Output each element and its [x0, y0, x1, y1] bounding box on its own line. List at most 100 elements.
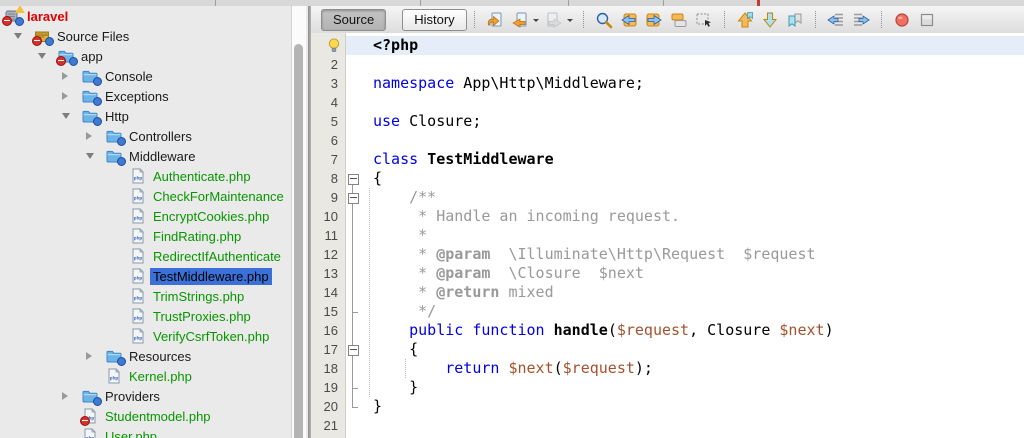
next-bookmark-icon — [761, 11, 779, 29]
code-line-6[interactable] — [366, 131, 1024, 150]
tree-item-providers[interactable]: Providers — [0, 386, 291, 406]
code-line-14[interactable]: * @return mixed — [366, 283, 1024, 302]
line-number: 14 — [323, 285, 338, 300]
jump-last-edit-icon — [486, 11, 504, 29]
source-view-button[interactable]: Source — [321, 8, 387, 31]
expand-arrow[interactable] — [58, 92, 82, 100]
back-button[interactable] — [508, 9, 533, 31]
code-line-10[interactable]: * Handle an incoming request. — [366, 207, 1024, 226]
svg-text:php: php — [134, 196, 143, 201]
dropdown-caret-icon[interactable] — [532, 18, 539, 25]
projects-panel: laravel Source Files app Console Exceptions H… — [0, 6, 308, 438]
code-line-11[interactable]: * — [366, 226, 1024, 245]
fold-end-tick — [352, 407, 358, 408]
info-badge — [117, 157, 126, 166]
code-line-16[interactable]: public function handle($request, Closure… — [366, 321, 1024, 340]
next-bookmark-button[interactable] — [758, 9, 783, 31]
tree-item-encryptcookies-php[interactable]: php EncryptCookies.php — [0, 206, 291, 226]
tree-item-trustproxies-php[interactable]: php TrustProxies.php — [0, 306, 291, 326]
stop-macro-button[interactable] — [915, 9, 940, 31]
tree-item-testmiddleware-php[interactable]: php TestMiddleware.php — [0, 266, 291, 286]
collapse-arrow[interactable] — [34, 53, 58, 59]
collapse-arrow[interactable] — [10, 33, 34, 39]
history-view-button[interactable]: History — [402, 8, 467, 31]
code-fold-toggle[interactable] — [348, 174, 359, 185]
tree-item-trimstrings-php[interactable]: php TrimStrings.php — [0, 286, 291, 306]
code-line-4[interactable] — [366, 93, 1024, 112]
tree-item-label: Kernel.php — [129, 368, 192, 384]
code-line-7[interactable]: class TestMiddleware — [366, 150, 1024, 169]
projects-scrollbar-thumb[interactable] — [294, 44, 303, 438]
tree-item-app[interactable]: app — [0, 46, 291, 66]
toggle-bookmark-button[interactable] — [783, 9, 808, 31]
rectangular-selection-button[interactable] — [692, 9, 717, 31]
tree-item-middleware[interactable]: Middleware — [0, 146, 291, 166]
record-macro-button[interactable] — [890, 9, 915, 31]
tree-item-laravel[interactable]: laravel — [0, 6, 291, 26]
record-macro-icon — [893, 11, 911, 29]
code-line-8[interactable]: { — [366, 169, 1024, 188]
code-line-3[interactable]: namespace App\Http\Middleware; — [366, 74, 1024, 93]
find-button[interactable] — [592, 9, 617, 31]
code-line-17[interactable]: { — [366, 340, 1024, 359]
hint-lightbulb-icon[interactable] — [311, 36, 345, 55]
code-line-21[interactable] — [366, 416, 1024, 435]
expand-arrow[interactable] — [58, 72, 82, 80]
find-previous-button[interactable] — [617, 9, 642, 31]
tree-item-kernel-php[interactable]: php Kernel.php — [0, 366, 291, 386]
code-line-19[interactable]: } — [366, 378, 1024, 397]
tree-item-resources[interactable]: Resources — [0, 346, 291, 366]
code-line-18[interactable]: return $next($request); — [366, 359, 1024, 378]
php-file-icon: php — [130, 208, 148, 224]
collapse-arrow[interactable] — [58, 113, 82, 119]
collapse-arrow[interactable] — [82, 153, 106, 159]
code-line-15[interactable]: */ — [366, 302, 1024, 321]
tree-item-user-php[interactable]: php User.php — [0, 426, 291, 438]
tree-item-studentmodel-php[interactable]: php Studentmodel.php — [0, 406, 291, 426]
previous-bookmark-button[interactable] — [733, 9, 758, 31]
tree-item-console[interactable]: Console — [0, 66, 291, 86]
code-editor[interactable]: 2 3 4 5 6 7 8 9 10 11 12 13 14 15 16 17 18 19 20 21 <?php na… — [311, 33, 1024, 438]
tree-item-controllers[interactable]: Controllers — [0, 126, 291, 146]
line-number: 16 — [323, 323, 338, 338]
shift-line-right-button[interactable] — [849, 9, 874, 31]
line-number: 11 — [324, 228, 339, 243]
code-fold-toggle[interactable] — [348, 345, 359, 356]
code-fold-toggle[interactable] — [348, 193, 359, 204]
tree-item-exceptions[interactable]: Exceptions — [0, 86, 291, 106]
tree-item-checkformaintenance[interactable]: php CheckForMaintenance — [0, 186, 291, 206]
folder-icon — [106, 348, 126, 366]
line-number: 9 — [330, 190, 338, 205]
code-line-1[interactable]: <?php — [366, 36, 1024, 55]
code-line-13[interactable]: * @param \Closure $next — [366, 264, 1024, 283]
editor-panel: Source History 2 3 4 5 6 7 8 9 10 11 12 13 14 15 16 17 1… — [311, 6, 1024, 438]
find-next-icon — [645, 11, 663, 29]
code-area[interactable]: <?php namespace App\Http\Middleware; use C… — [366, 33, 1024, 438]
code-line-20[interactable]: } — [366, 397, 1024, 416]
expand-arrow[interactable] — [82, 352, 106, 360]
tree-item-verifycsrftoken-php[interactable]: php VerifyCsrfToken.php — [0, 326, 291, 346]
toggle-highlight-search-button[interactable] — [667, 9, 692, 31]
shift-line-left-button[interactable] — [824, 9, 849, 31]
jump-last-edit-button[interactable] — [483, 9, 508, 31]
line-number: 21 — [323, 418, 338, 433]
tree-item-source-files[interactable]: Source Files — [0, 26, 291, 46]
dropdown-caret-icon[interactable] — [566, 18, 573, 25]
find-next-button[interactable] — [642, 9, 667, 31]
code-line-9[interactable]: /** — [366, 188, 1024, 207]
code-line-2[interactable] — [366, 55, 1024, 74]
line-number: 13 — [323, 266, 338, 281]
tree-item-findrating-php[interactable]: php FindRating.php — [0, 226, 291, 246]
tree-item-label: Source Files — [57, 28, 130, 44]
forward-button[interactable] — [542, 9, 567, 31]
code-line-12[interactable]: * @param \Illuminate\Http\Request $reque… — [366, 245, 1024, 264]
code-line-5[interactable]: use Closure; — [366, 112, 1024, 131]
php-file-icon: php — [82, 428, 100, 438]
tree-item-redirectifauthenticate[interactable]: php RedirectIfAuthenticate — [0, 246, 291, 266]
folder-icon — [56, 48, 78, 66]
expand-arrow[interactable] — [82, 132, 106, 140]
tree-item-http[interactable]: Http — [0, 106, 291, 126]
tree-item-authenticate-php[interactable]: php Authenticate.php — [0, 166, 291, 186]
expand-arrow[interactable] — [58, 392, 82, 400]
projects-scrollbar[interactable] — [291, 6, 306, 438]
